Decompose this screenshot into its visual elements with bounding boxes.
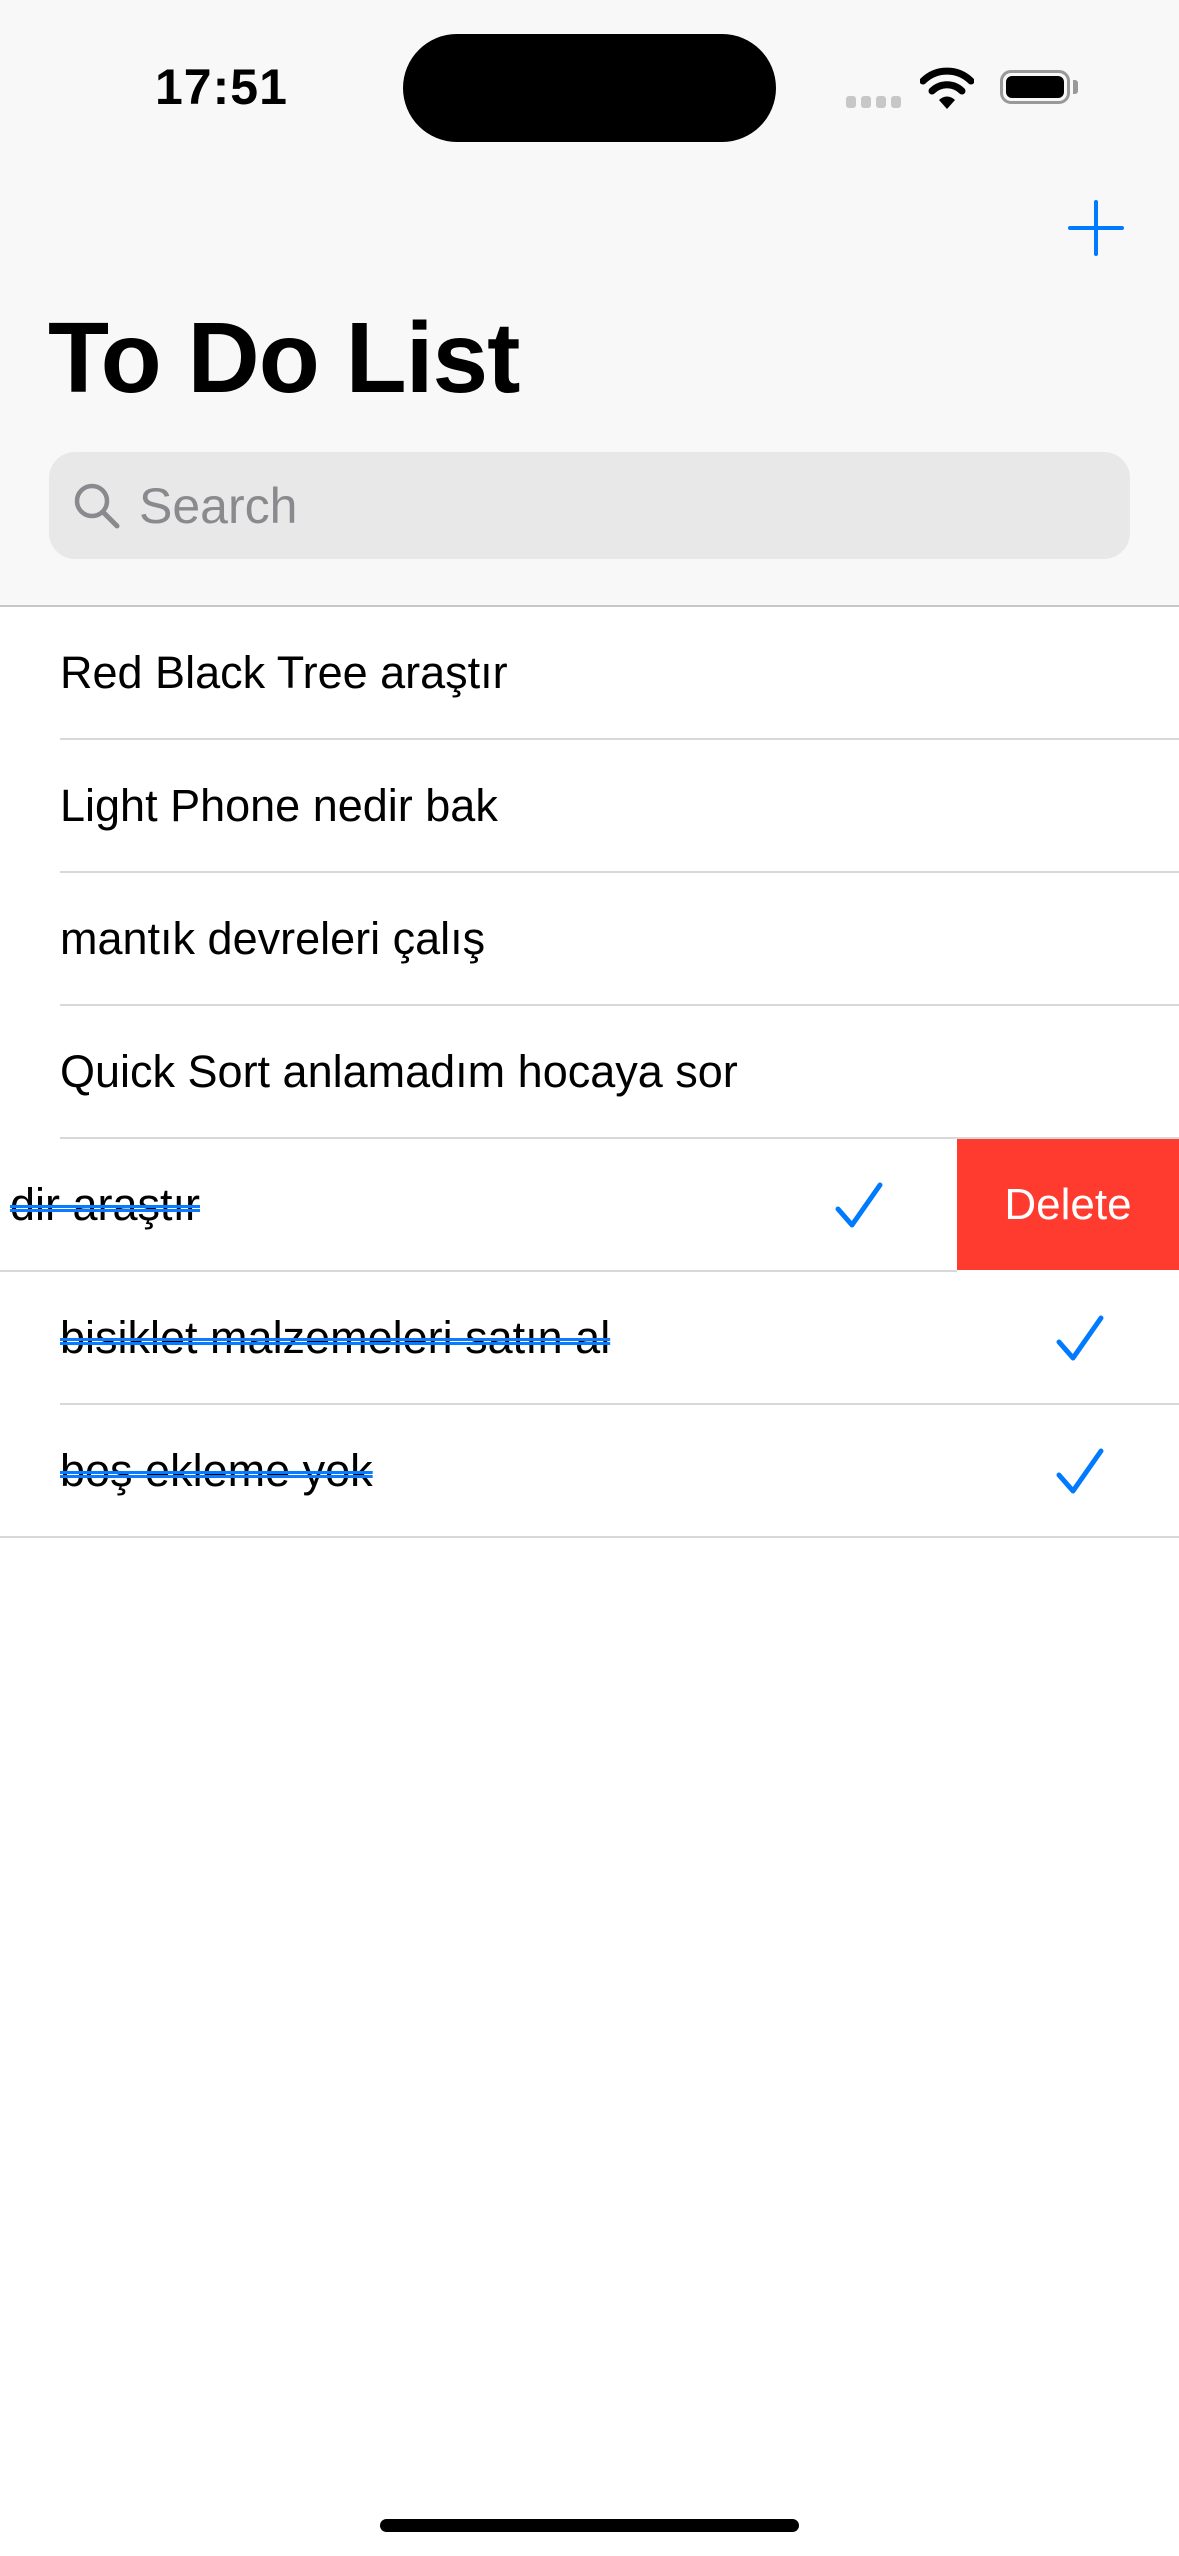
list-item[interactable]: boş ekleme yok	[0, 1405, 1179, 1538]
item-text: Red Black Tree araştır	[60, 647, 508, 698]
dynamic-island	[403, 34, 776, 142]
list-item[interactable]: Light Phone nedir bak	[0, 740, 1179, 873]
delete-button[interactable]: Delete	[957, 1139, 1179, 1270]
divider	[0, 1536, 1179, 1538]
checkmark-icon	[1056, 1315, 1104, 1361]
list-item[interactable]: Quick Sort anlamadım hocaya sor	[0, 1006, 1179, 1139]
list-item-swiped[interactable]: dir araştır Delete	[0, 1139, 1179, 1272]
cellular-signal-icon	[846, 96, 901, 108]
item-text: bisiklet malzemeleri satın al	[60, 1312, 611, 1363]
item-text: mantık devreleri çalış	[60, 913, 486, 964]
list-item[interactable]: mantık devreleri çalış	[0, 873, 1179, 1006]
item-text: dir araştır	[9, 1179, 200, 1230]
checkmark-icon	[1056, 1448, 1104, 1494]
search-icon	[74, 483, 120, 529]
plus-icon[interactable]	[1066, 198, 1126, 258]
home-indicator[interactable]	[380, 2519, 799, 2532]
wifi-icon	[920, 67, 974, 109]
battery-tip	[1073, 80, 1078, 94]
search-input[interactable]	[139, 452, 1099, 559]
status-time: 17:51	[155, 59, 288, 115]
navigation-header: 17:51 To Do List	[0, 0, 1179, 607]
item-text: Quick Sort anlamadım hocaya sor	[60, 1046, 738, 1097]
item-text: boş ekleme yok	[60, 1445, 373, 1496]
list-item[interactable]: bisiklet malzemeleri satın al	[0, 1272, 1179, 1405]
item-text: Light Phone nedir bak	[60, 780, 498, 831]
battery-icon	[1000, 70, 1070, 104]
list-item[interactable]: Red Black Tree araştır	[0, 607, 1179, 740]
todo-list: Red Black Tree araştır Light Phone nedir…	[0, 607, 1179, 1538]
page-title: To Do List	[48, 302, 520, 414]
search-bar[interactable]	[49, 452, 1130, 559]
checkmark-icon	[835, 1182, 883, 1228]
